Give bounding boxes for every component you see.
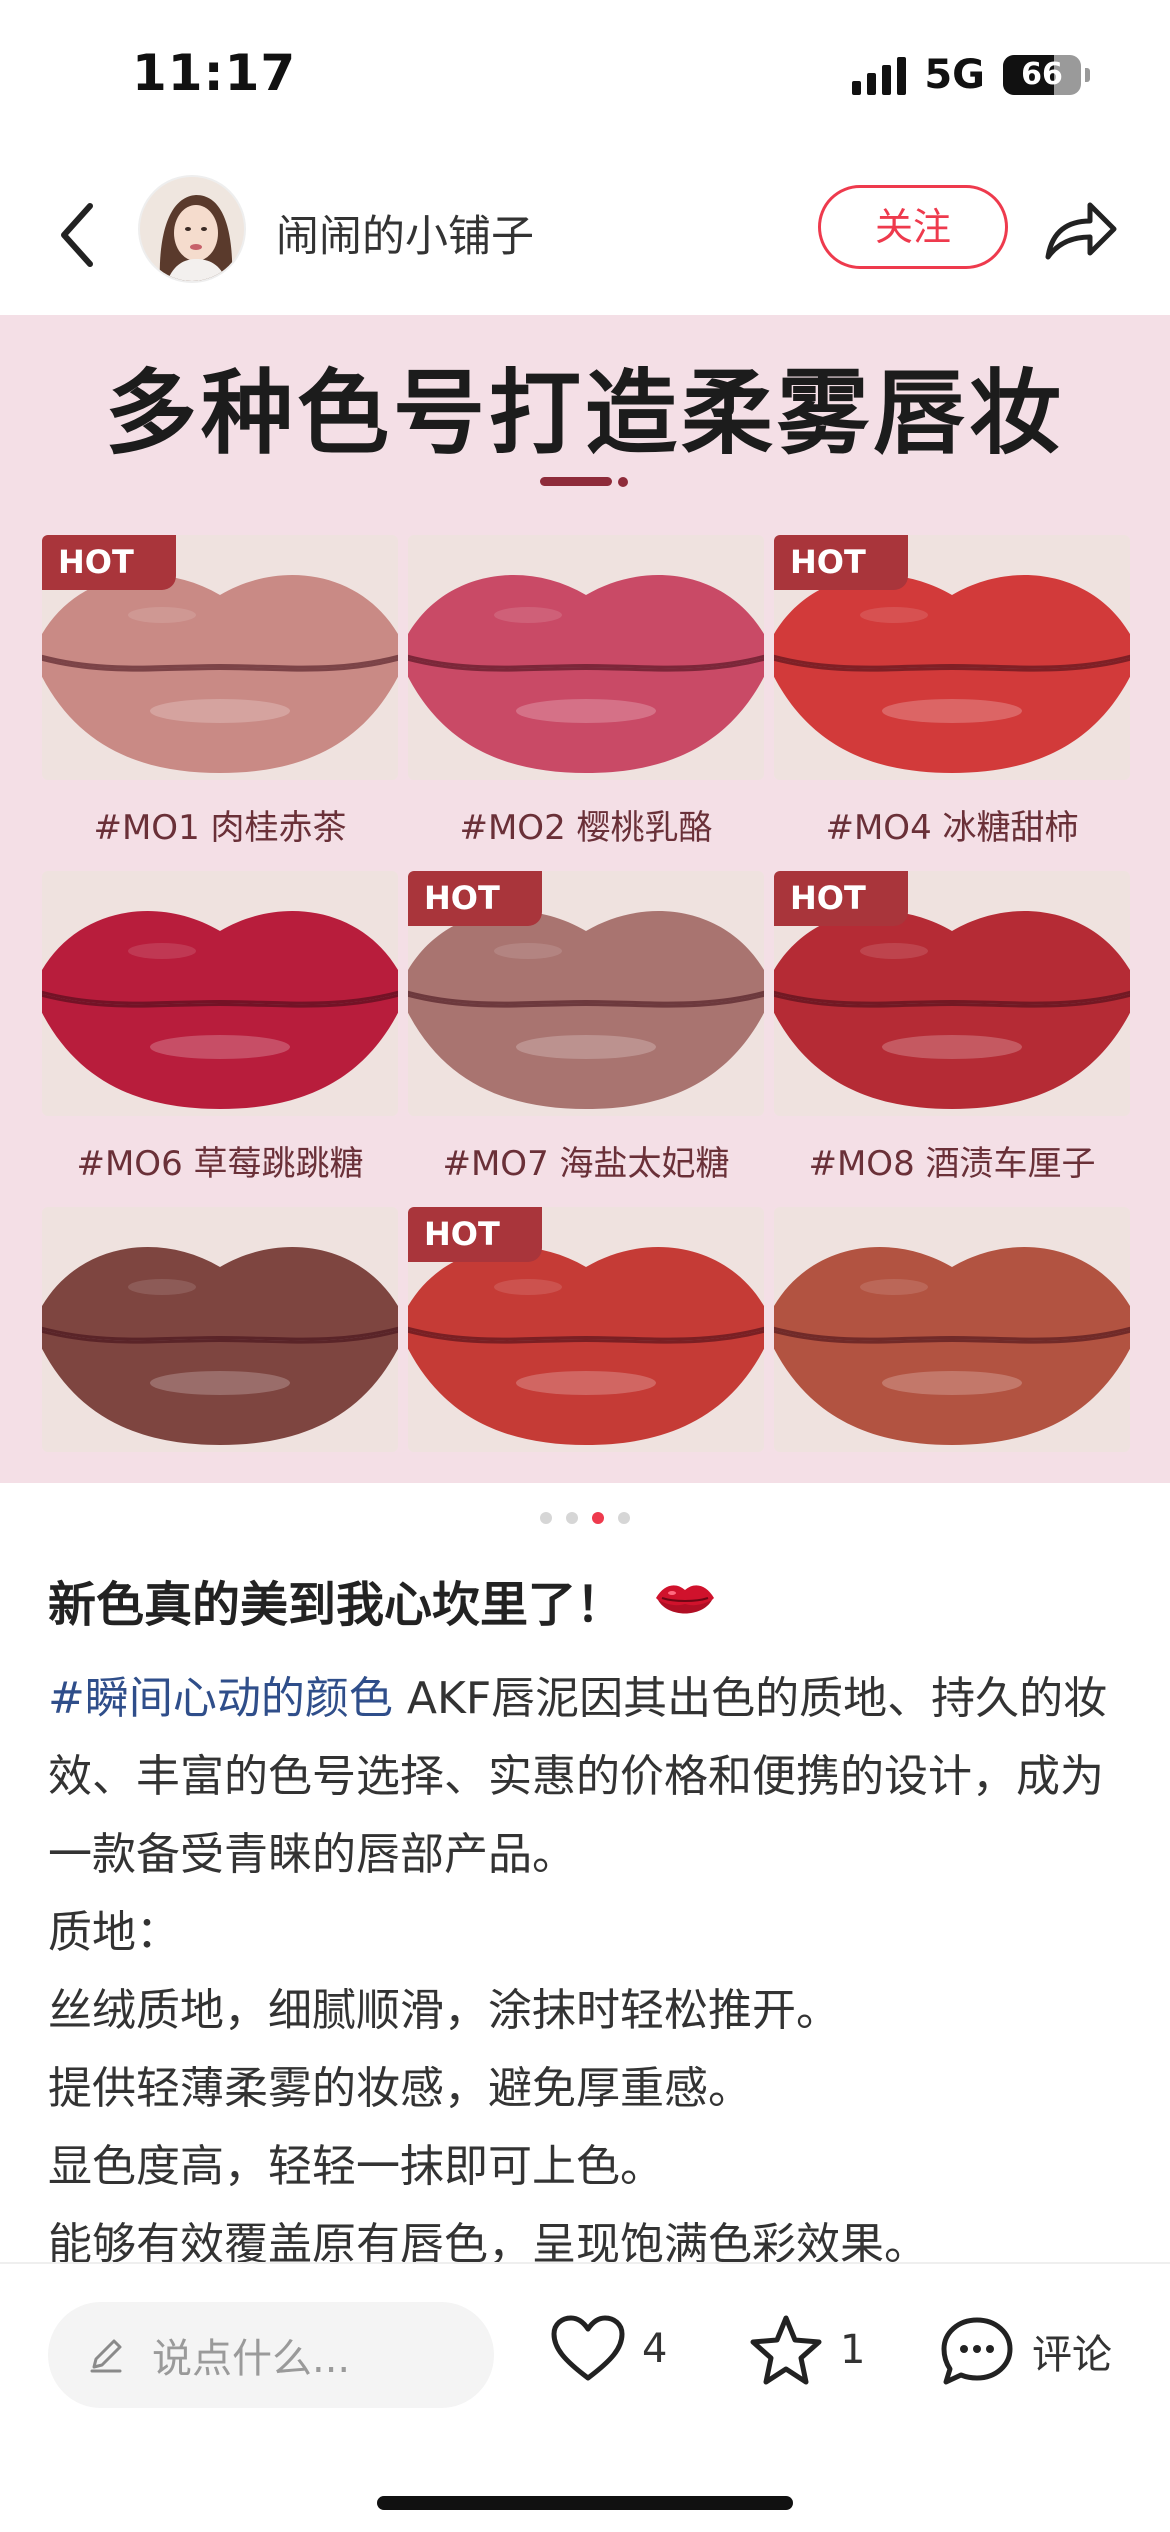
carousel-indicator	[0, 1512, 1170, 1524]
battery-tip	[1085, 68, 1090, 82]
lip-swatch: HOT	[408, 871, 764, 1116]
bottom-action-bar: 说点什么... 4 1 评论	[0, 2262, 1170, 2532]
title-underline	[540, 477, 612, 486]
battery-level: 66	[1021, 57, 1063, 92]
lip-swatch: HOT	[774, 871, 1130, 1116]
follow-button[interactable]: 关注	[818, 185, 1008, 269]
swatch-label: #MO8 酒渍车厘子	[808, 1144, 1096, 1184]
post-line: 质地：	[48, 1907, 180, 1958]
hashtag-link[interactable]: #瞬间心动的颜色	[48, 1673, 393, 1724]
status-indicators: 5G 66	[852, 52, 1090, 98]
home-indicator	[377, 2496, 793, 2510]
swatch-label: #MO1 肉桂赤茶	[93, 808, 347, 848]
lip-swatch: HOT	[408, 1207, 764, 1452]
favorite-count: 1	[840, 2327, 866, 2373]
image-carousel[interactable]: 多种色号打造柔雾唇妆 HOT #MO1 肉桂赤茶 #MO2 樱桃乳酪 HOT #MO4 …	[0, 315, 1170, 1483]
favorite-button[interactable]: 1	[748, 2314, 865, 2386]
post-title: 新色真的美到我心坎里了！	[48, 1577, 625, 1633]
swatch-label: #MO7 海盐太妃糖	[442, 1144, 730, 1184]
comment-bubble-icon	[941, 2317, 1013, 2385]
hot-badge: HOT	[408, 1207, 542, 1262]
back-button[interactable]	[48, 195, 108, 275]
comment-input[interactable]: 说点什么...	[48, 2302, 494, 2408]
post-line: 丝绒质地，细腻顺滑，涂抹时轻松推开。	[48, 1985, 840, 2036]
hot-badge: HOT	[774, 535, 908, 590]
share-button[interactable]	[1040, 195, 1120, 265]
lip-swatch	[774, 1207, 1130, 1452]
hot-badge: HOT	[42, 535, 176, 590]
post-line: 提供轻薄柔雾的妆感，避免厚重感。	[48, 2063, 752, 2114]
shop-name[interactable]: 闹闹的小铺子	[276, 202, 534, 264]
status-time: 11:17	[132, 44, 297, 102]
post-header: 闹闹的小铺子 关注	[0, 160, 1170, 310]
pencil-icon	[90, 2339, 122, 2373]
lip-swatch: HOT	[42, 535, 398, 780]
page-dot	[618, 1512, 630, 1524]
page-dot	[566, 1512, 578, 1524]
like-count: 4	[642, 2326, 668, 2372]
post-intro-paragraph: #瞬间心动的颜色 AKF唇泥因其出色的质地、持久的妆效、丰富的色号选择、实惠的价…	[48, 1660, 1128, 1894]
comment-placeholder: 说点什么...	[152, 2336, 351, 2382]
comment-button[interactable]: 评论	[938, 2314, 1112, 2388]
avatar[interactable]	[138, 175, 246, 283]
hot-badge: HOT	[408, 871, 542, 926]
page-dot	[540, 1512, 552, 1524]
post-title-row: 新色真的美到我心坎里了！	[48, 1565, 716, 1635]
signal-strength-icon	[852, 55, 907, 95]
battery-icon: 66	[1003, 55, 1081, 95]
lip-swatch: HOT	[774, 535, 1130, 780]
status-bar: 11:17 5G 66	[0, 0, 1170, 150]
avatar-image	[140, 177, 244, 281]
lip-swatch	[42, 871, 398, 1116]
heart-icon	[551, 2315, 625, 2381]
promo-title: 多种色号打造柔雾唇妆	[104, 360, 1065, 467]
swatch-label: #MO6 草莓跳跳糖	[76, 1144, 364, 1184]
network-type: 5G	[924, 52, 985, 98]
lip-swatch	[408, 535, 764, 780]
like-button[interactable]: 4	[550, 2314, 667, 2384]
hot-badge: HOT	[774, 871, 908, 926]
chevron-left-icon	[61, 203, 93, 267]
comment-label: 评论	[1032, 2332, 1112, 2378]
share-arrow-icon	[1045, 202, 1117, 260]
title-dot	[618, 477, 628, 487]
lips-kiss-icon	[656, 1585, 715, 1614]
star-icon	[750, 2315, 822, 2385]
page-dot	[592, 1512, 604, 1524]
swatch-label: #MO2 樱桃乳酪	[459, 808, 713, 848]
swatch-label: #MO4 冰糖甜柿	[825, 808, 1079, 848]
lip-swatch	[42, 1207, 398, 1452]
post-body: #瞬间心动的颜色 AKF唇泥因其出色的质地、持久的妆效、丰富的色号选择、实惠的价…	[48, 1660, 1128, 2284]
post-line: 显色度高，轻轻一抹即可上色。	[48, 2141, 664, 2192]
